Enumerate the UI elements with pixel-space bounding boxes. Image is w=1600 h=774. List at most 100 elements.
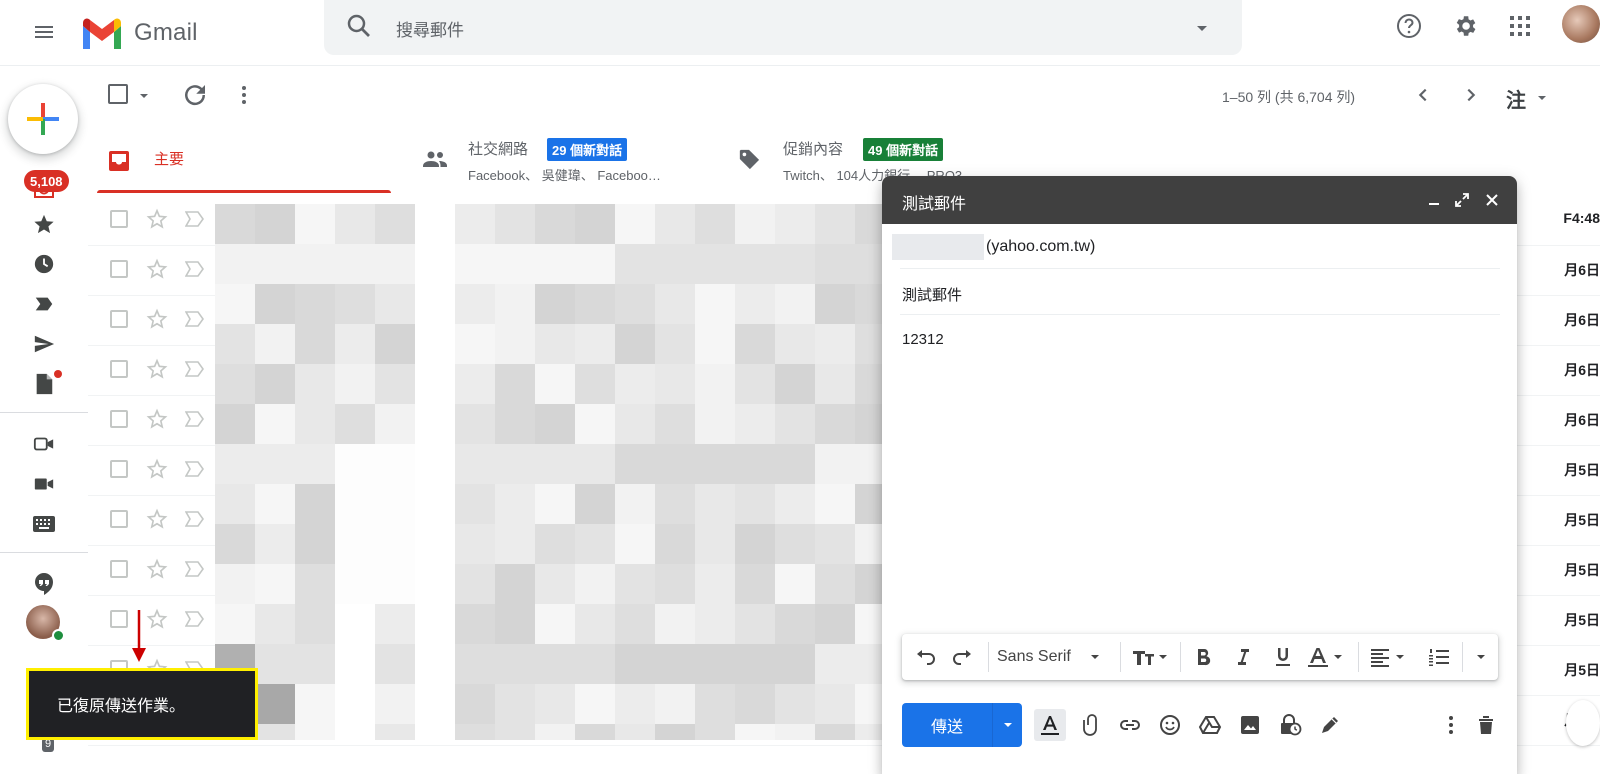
recipient-chip[interactable] bbox=[892, 234, 984, 260]
side-panel-toggle[interactable] bbox=[1566, 700, 1600, 746]
insert-drive-button[interactable] bbox=[1196, 711, 1224, 739]
compose-button[interactable] bbox=[8, 84, 78, 154]
toolbar-divider bbox=[1120, 642, 1121, 672]
undo-icon bbox=[917, 650, 935, 665]
row-checkbox[interactable] bbox=[110, 310, 128, 328]
main-menu-button[interactable] bbox=[24, 12, 64, 52]
important-marker-icon[interactable] bbox=[185, 261, 205, 277]
nav-sent[interactable] bbox=[24, 324, 64, 364]
close-button[interactable] bbox=[1482, 190, 1502, 210]
star-outline-icon[interactable] bbox=[146, 458, 168, 480]
input-tools-button[interactable]: 注 bbox=[1506, 84, 1526, 113]
insert-signature-button[interactable] bbox=[1316, 711, 1344, 739]
checkbox[interactable] bbox=[108, 84, 128, 104]
google-apps-button[interactable] bbox=[1500, 6, 1540, 46]
send-button[interactable]: 傳送 bbox=[902, 703, 992, 747]
important-marker-icon[interactable] bbox=[185, 511, 205, 527]
older-button[interactable] bbox=[1458, 82, 1484, 108]
row-checkbox[interactable] bbox=[110, 260, 128, 278]
important-marker-icon[interactable] bbox=[185, 211, 205, 227]
input-tools-dropdown-icon[interactable] bbox=[1536, 92, 1548, 104]
select-all-checkbox[interactable] bbox=[108, 84, 132, 108]
row-checkbox[interactable] bbox=[110, 360, 128, 378]
important-marker-icon[interactable] bbox=[185, 311, 205, 327]
confidential-mode-button[interactable] bbox=[1276, 711, 1304, 739]
nav-meet-new[interactable] bbox=[24, 424, 64, 464]
more-formatting-button[interactable] bbox=[1470, 643, 1492, 671]
align-button[interactable] bbox=[1368, 643, 1410, 671]
font-size-button[interactable] bbox=[1130, 643, 1172, 671]
fullscreen-button[interactable] bbox=[1452, 190, 1472, 210]
insert-photo-button[interactable] bbox=[1236, 711, 1264, 739]
attach-file-button[interactable] bbox=[1076, 711, 1104, 739]
account-avatar[interactable] bbox=[1562, 5, 1600, 43]
redaction-tile bbox=[815, 444, 855, 484]
gmail-logo[interactable]: Gmail bbox=[80, 8, 198, 58]
nav-hangouts[interactable] bbox=[24, 564, 64, 604]
redaction-tile bbox=[375, 684, 415, 724]
search-icon[interactable] bbox=[344, 11, 374, 41]
select-dropdown-icon[interactable] bbox=[138, 90, 150, 102]
nav-important[interactable] bbox=[24, 284, 64, 324]
important-marker-icon[interactable] bbox=[185, 411, 205, 427]
redo-button[interactable] bbox=[950, 643, 976, 671]
numbered-list-button[interactable] bbox=[1426, 643, 1452, 671]
important-marker-icon[interactable] bbox=[185, 611, 205, 627]
settings-button[interactable] bbox=[1445, 6, 1485, 46]
schedule-send-button[interactable] bbox=[993, 703, 1022, 747]
more-options-button[interactable] bbox=[232, 80, 256, 110]
important-marker-icon[interactable] bbox=[185, 561, 205, 577]
undo-button[interactable] bbox=[912, 643, 938, 671]
chevron-down-icon bbox=[1477, 655, 1485, 659]
subject-field[interactable]: 測試郵件 bbox=[902, 284, 962, 305]
underline-button[interactable] bbox=[1270, 643, 1296, 671]
nav-meet-join[interactable] bbox=[24, 464, 64, 504]
tab-primary[interactable] bbox=[98, 126, 390, 196]
message-body[interactable]: 12312 bbox=[902, 331, 944, 348]
subject-divider bbox=[900, 314, 1500, 315]
italic-button[interactable] bbox=[1230, 643, 1256, 671]
pagination-text[interactable]: 1–50 列 (共 6,704 列) bbox=[1222, 87, 1355, 107]
search-options-icon[interactable] bbox=[1192, 18, 1212, 38]
star-outline-icon[interactable] bbox=[146, 558, 168, 580]
newer-button[interactable] bbox=[1410, 82, 1436, 108]
row-checkbox[interactable] bbox=[110, 560, 128, 578]
bold-button[interactable] bbox=[1190, 643, 1216, 671]
text-color-button[interactable] bbox=[1306, 643, 1348, 671]
important-marker-icon[interactable] bbox=[185, 461, 205, 477]
font-family-select[interactable]: Sans Serif bbox=[997, 643, 1101, 671]
help-button[interactable] bbox=[1389, 6, 1429, 46]
row-checkbox[interactable] bbox=[110, 610, 128, 628]
refresh-button[interactable] bbox=[180, 80, 210, 110]
chevron-down-icon bbox=[1090, 655, 1099, 659]
help-icon bbox=[1397, 14, 1421, 38]
recipient-address[interactable]: (yahoo.com.tw) bbox=[986, 238, 1095, 256]
star-outline-icon[interactable] bbox=[146, 408, 168, 430]
nav-starred[interactable] bbox=[24, 204, 64, 244]
redaction-tile bbox=[415, 364, 455, 404]
compose-header[interactable]: 測試郵件 bbox=[882, 176, 1517, 224]
row-checkbox[interactable] bbox=[110, 510, 128, 528]
tab-promotions[interactable] bbox=[706, 126, 880, 196]
search-input[interactable]: 搜尋郵件 bbox=[396, 16, 464, 41]
formatting-toggle-button[interactable] bbox=[1034, 709, 1066, 741]
row-checkbox[interactable] bbox=[110, 410, 128, 428]
nav-keyboard[interactable] bbox=[24, 504, 64, 544]
minimize-button[interactable] bbox=[1424, 190, 1444, 210]
more-compose-options-button[interactable] bbox=[1437, 711, 1465, 739]
star-outline-icon[interactable] bbox=[146, 508, 168, 530]
star-outline-icon[interactable] bbox=[146, 308, 168, 330]
insert-link-button[interactable] bbox=[1116, 711, 1144, 739]
redaction-tile bbox=[735, 324, 775, 364]
star-outline-icon[interactable] bbox=[146, 258, 168, 280]
important-marker-icon[interactable] bbox=[185, 361, 205, 377]
row-checkbox[interactable] bbox=[110, 210, 128, 228]
discard-draft-button[interactable] bbox=[1472, 711, 1500, 739]
star-outline-icon[interactable] bbox=[146, 208, 168, 230]
row-checkbox[interactable] bbox=[110, 460, 128, 478]
insert-emoji-button[interactable] bbox=[1156, 711, 1184, 739]
nav-snoozed[interactable] bbox=[24, 244, 64, 284]
search-bar[interactable]: 搜尋郵件 bbox=[324, 0, 1242, 55]
star-outline-icon[interactable] bbox=[146, 358, 168, 380]
tab-social[interactable] bbox=[392, 126, 704, 196]
